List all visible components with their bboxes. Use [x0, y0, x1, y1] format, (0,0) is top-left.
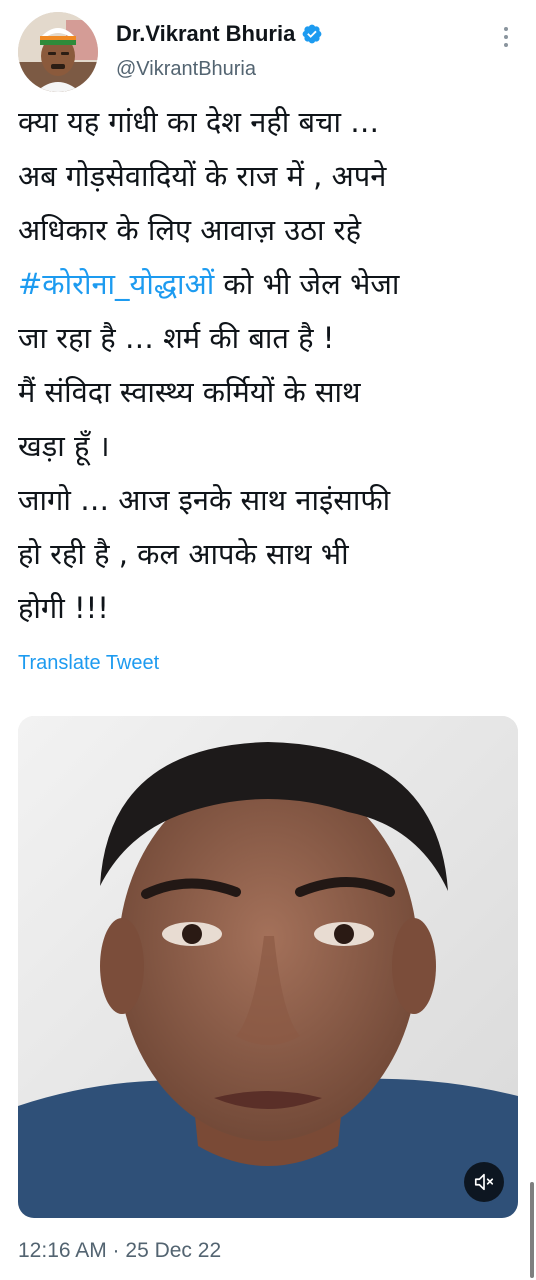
tweet-line: मैं संविदा स्वास्थ्य कर्मियों के साथ: [18, 375, 361, 409]
tweet-line: खड़ा हूँ ।: [18, 429, 110, 463]
tweet-line: अधिकार के लिए आवाज़ उठा रहे: [18, 213, 362, 247]
tweet-line: जागो … आज इनके साथ नाइंसाफी: [18, 483, 391, 517]
tweet-line-with-hashtag: #कोरोना_योद्धाओं को भी जेल भेजा: [18, 257, 518, 311]
author-display-name[interactable]: Dr.Vikrant Bhuria: [116, 21, 295, 47]
tweet-header: Dr.Vikrant Bhuria @VikrantBhuria: [18, 12, 522, 92]
tweet-line: हो रही है , कल आपके साथ भी: [18, 537, 349, 571]
author-avatar[interactable]: [18, 12, 98, 92]
tweet-line: क्या यह गांधी का देश नही बचा …: [18, 105, 380, 139]
tweet-video[interactable]: [18, 716, 518, 1218]
hashtag-link[interactable]: #कोरोना_योद्धाओं: [18, 267, 214, 301]
name-row: Dr.Vikrant Bhuria: [116, 21, 323, 47]
translate-tweet-link[interactable]: Translate Tweet: [18, 651, 159, 675]
tweet-line: होगी !!!: [18, 591, 109, 625]
tweet-line: अब गोड़सेवादियों के राज में , अपने: [18, 159, 387, 193]
verified-badge-icon: [301, 23, 323, 45]
tweet-timestamp[interactable]: 12:16 AM · 25 Dec 22: [18, 1238, 221, 1264]
scrollbar-thumb[interactable]: [530, 1182, 534, 1278]
more-options-icon[interactable]: [496, 22, 516, 52]
tweet-text: क्या यह गांधी का देश नही बचा … अब गोड़से…: [18, 95, 518, 635]
mute-button[interactable]: [464, 1162, 504, 1202]
speaker-muted-icon: [474, 1173, 494, 1191]
tweet-line: जा रहा है … शर्म की बात है !: [18, 321, 335, 355]
author-handle[interactable]: @VikrantBhuria: [116, 57, 256, 81]
tweet-line-rest: को भी जेल भेजा: [214, 267, 400, 301]
